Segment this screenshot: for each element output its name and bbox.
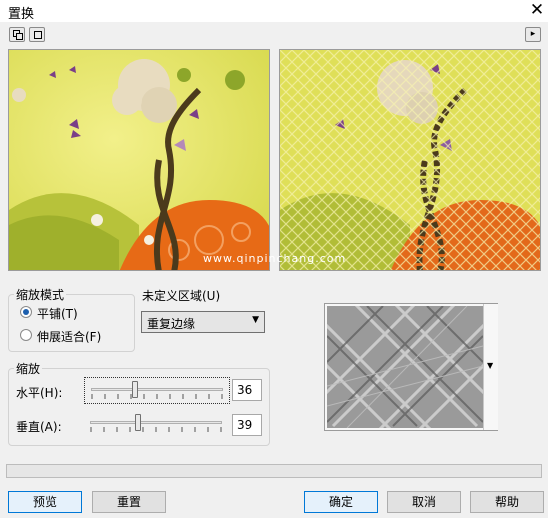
progress-bar — [6, 464, 542, 478]
radio-stretch-fit[interactable] — [20, 329, 32, 341]
scale-mode-label: 缩放模式 — [14, 286, 67, 303]
radio-tile[interactable] — [20, 306, 32, 318]
preview-button[interactable]: 预览 — [8, 491, 82, 513]
radio-stretch-fit-label[interactable]: 伸展适合(F) — [37, 328, 101, 345]
horizontal-slider[interactable] — [84, 377, 230, 404]
title-bar — [0, 0, 548, 22]
vertical-slider-thumb[interactable] — [135, 414, 141, 431]
window-restore-icon[interactable] — [9, 27, 25, 42]
horizontal-ticks — [91, 394, 223, 399]
radio-tile-label[interactable]: 平铺(T) — [37, 305, 78, 322]
reset-button[interactable]: 重置 — [92, 491, 166, 513]
expand-arrow-icon[interactable]: ▸ — [525, 27, 541, 42]
original-artwork — [9, 50, 269, 270]
displaced-artwork — [280, 50, 540, 270]
ok-button[interactable]: 确定 — [304, 491, 378, 513]
vertical-value-input[interactable]: 39 — [232, 414, 262, 436]
map-dropdown-strip[interactable]: ▼ — [483, 304, 498, 430]
help-button[interactable]: 帮助 — [470, 491, 544, 513]
result-preview — [279, 49, 541, 271]
window-single-icon[interactable] — [29, 27, 45, 42]
displacement-map-thumbnail — [327, 306, 483, 428]
undefined-area-dropdown[interactable]: 重复边缘 ▼ — [141, 311, 265, 333]
horizontal-label: 水平(H): — [16, 386, 63, 400]
undefined-area-label: 未定义区域(U) — [142, 289, 221, 303]
horizontal-value-input[interactable]: 36 — [232, 379, 262, 401]
vertical-slider[interactable] — [84, 411, 230, 438]
scale-label: 缩放 — [14, 360, 43, 377]
original-preview — [8, 49, 270, 271]
close-icon[interactable]: ✕ — [526, 0, 548, 22]
watermark: www.qinpinchang.com — [203, 252, 347, 265]
undefined-area-value: 重复边缘 — [147, 317, 196, 331]
chevron-down-icon: ▼ — [487, 361, 494, 370]
horizontal-slider-thumb[interactable] — [132, 381, 138, 398]
chevron-down-icon: ▼ — [252, 315, 259, 325]
window-title: 置换 — [8, 7, 35, 22]
cancel-button[interactable]: 取消 — [387, 491, 461, 513]
vertical-label: 垂直(A): — [16, 420, 62, 434]
displacement-map-selector[interactable]: ▼ — [324, 303, 498, 431]
vertical-ticks — [90, 427, 222, 432]
